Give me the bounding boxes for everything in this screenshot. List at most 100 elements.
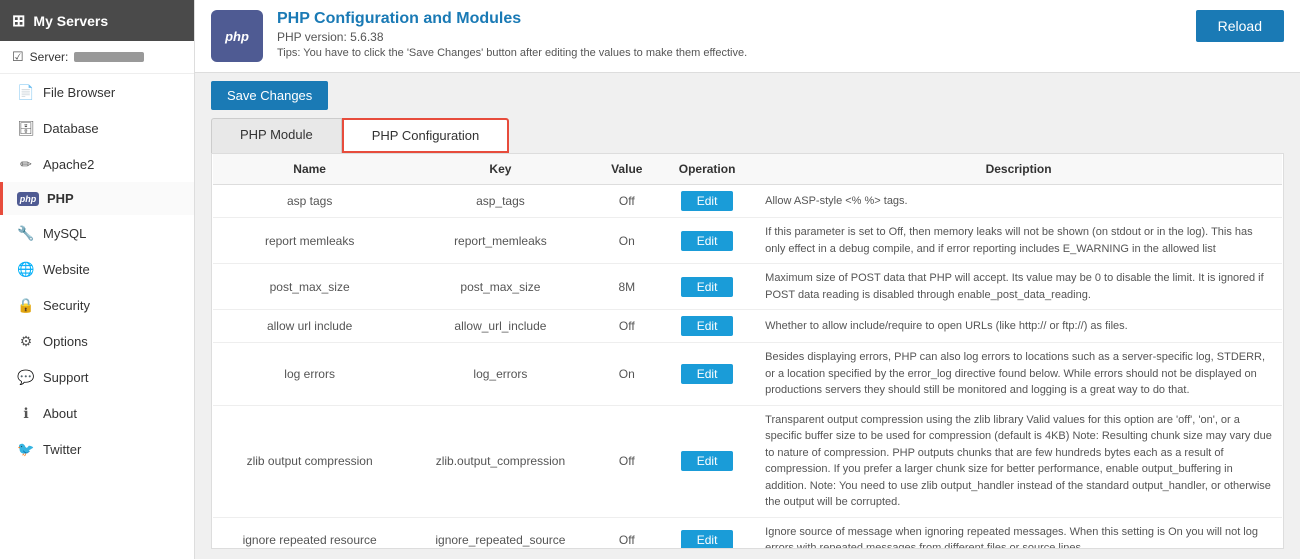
cell-operation: Edit	[659, 343, 755, 406]
reload-button[interactable]: Reload	[1196, 10, 1284, 42]
table-row: report memleaksreport_memleaksOn Edit If t…	[213, 218, 1282, 264]
edit-button[interactable]: Edit	[681, 364, 734, 384]
checkmark-icon: ☑	[12, 49, 24, 65]
sidebar-item-file-browser[interactable]: 📄 File Browser	[0, 74, 194, 110]
cell-description: Ignore source of message when ignoring r…	[755, 517, 1282, 549]
sidebar-item-about[interactable]: ℹ About	[0, 395, 194, 431]
save-changes-button[interactable]: Save Changes	[211, 81, 328, 110]
cell-key: post_max_size	[406, 264, 594, 310]
sidebar-item-database[interactable]: 🗄 Database	[0, 110, 194, 146]
edit-button[interactable]: Edit	[681, 231, 734, 251]
table-row: ignore repeated resourceignore_repeated_…	[213, 517, 1282, 549]
header-tips: Tips: You have to click the 'Save Change…	[277, 47, 747, 59]
support-icon: 💬	[17, 368, 35, 386]
security-icon: 🔒	[17, 296, 35, 314]
page-title: PHP Configuration and Modules	[277, 10, 747, 28]
database-icon: 🗄	[17, 119, 35, 137]
cell-value: Off	[595, 310, 659, 343]
cell-name: zlib output compression	[213, 405, 406, 517]
cell-value: Off	[595, 185, 659, 218]
about-icon: ℹ	[17, 404, 35, 422]
php-logo: php	[211, 10, 263, 62]
table-row: post_max_sizepost_max_size8MEditMaximum …	[213, 264, 1282, 310]
cell-name: report memleaks	[213, 218, 406, 264]
cell-key: report_memleaks	[406, 218, 594, 264]
edit-button[interactable]: Edit	[681, 451, 734, 471]
edit-button[interactable]: Edit	[681, 277, 734, 297]
apache2-icon: ✏	[17, 155, 35, 173]
cell-name: post_max_size	[213, 264, 406, 310]
cell-key: allow_url_include	[406, 310, 594, 343]
header-info: PHP Configuration and Modules PHP versio…	[277, 10, 747, 59]
col-value: Value	[595, 154, 659, 185]
table-row: allow url includeallow_url_includeOff Edi…	[213, 310, 1282, 343]
sidebar-item-label: Database	[43, 121, 99, 136]
cell-key: zlib.output_compression	[406, 405, 594, 517]
tab-php-module[interactable]: PHP Module	[211, 118, 342, 153]
main-content: php PHP Configuration and Modules PHP ve…	[195, 0, 1300, 559]
toolbar: Save Changes	[195, 73, 1300, 118]
file-browser-icon: 📄	[17, 83, 35, 101]
config-table: Name Key Value Operation Description asp…	[212, 154, 1283, 549]
sidebar-header: ⊞ My Servers	[0, 0, 194, 41]
sidebar-item-label: Support	[43, 370, 89, 385]
server-label: Server:	[30, 50, 69, 64]
cell-operation: Edit	[659, 405, 755, 517]
col-key: Key	[406, 154, 594, 185]
sidebar-item-twitter[interactable]: 🐦 Twitter	[0, 431, 194, 467]
cell-key: log_errors	[406, 343, 594, 406]
options-icon: ⚙	[17, 332, 35, 350]
table-row: asp tagsasp_tagsOff Edit Allow ASP-style <…	[213, 185, 1282, 218]
sidebar-item-mysql[interactable]: 🔧 MySQL	[0, 215, 194, 251]
cell-key: ignore_repeated_source	[406, 517, 594, 549]
cell-operation: Edit	[659, 185, 755, 218]
edit-button[interactable]: Edit	[681, 530, 734, 549]
sidebar-item-label: Apache2	[43, 157, 94, 172]
cell-name: log errors	[213, 343, 406, 406]
cell-description: Allow ASP-style <% %> tags.	[755, 185, 1282, 218]
cell-operation: Edit	[659, 517, 755, 549]
cell-description: If this parameter is set to Off, then me…	[755, 218, 1282, 264]
cell-name: allow url include	[213, 310, 406, 343]
sidebar-item-security[interactable]: 🔒 Security	[0, 287, 194, 323]
cell-value: Off	[595, 405, 659, 517]
cell-description: Besides displaying errors, PHP can also …	[755, 343, 1282, 406]
sidebar-item-apache2[interactable]: ✏ Apache2	[0, 146, 194, 182]
edit-button[interactable]: Edit	[681, 316, 734, 336]
cell-name: asp tags	[213, 185, 406, 218]
sidebar-item-support[interactable]: 💬 Support	[0, 359, 194, 395]
cell-operation: Edit	[659, 264, 755, 310]
header-left: php PHP Configuration and Modules PHP ve…	[211, 10, 747, 62]
sidebar-item-label: File Browser	[43, 85, 115, 100]
sidebar-item-php[interactable]: php PHP	[0, 182, 194, 215]
cell-value: On	[595, 343, 659, 406]
tabs: PHP Module PHP Configuration	[195, 118, 1300, 153]
sidebar-item-options[interactable]: ⚙ Options	[0, 323, 194, 359]
sidebar-item-website[interactable]: 🌐 Website	[0, 251, 194, 287]
cell-key: asp_tags	[406, 185, 594, 218]
cell-value: On	[595, 218, 659, 264]
mysql-icon: 🔧	[17, 224, 35, 242]
server-name-bar	[74, 52, 144, 62]
cell-description: Maximum size of POST data that PHP will …	[755, 264, 1282, 310]
tab-php-configuration[interactable]: PHP Configuration	[342, 118, 509, 153]
sidebar-title: My Servers	[33, 13, 108, 29]
cell-operation: Edit	[659, 218, 755, 264]
website-icon: 🌐	[17, 260, 35, 278]
twitter-icon: 🐦	[17, 440, 35, 458]
cell-description: Whether to allow include/require to open…	[755, 310, 1282, 343]
col-description: Description	[755, 154, 1282, 185]
sidebar-item-label: MySQL	[43, 226, 86, 241]
sidebar-item-label: Options	[43, 334, 88, 349]
cell-description: Transparent output compression using the…	[755, 405, 1282, 517]
header-bar: php PHP Configuration and Modules PHP ve…	[195, 0, 1300, 73]
cell-operation: Edit	[659, 310, 755, 343]
sidebar-item-label: Security	[43, 298, 90, 313]
php-icon: php	[17, 192, 39, 206]
table-header-row: Name Key Value Operation Description	[213, 154, 1282, 185]
cell-value: Off	[595, 517, 659, 549]
col-name: Name	[213, 154, 406, 185]
table-area: Name Key Value Operation Description asp…	[211, 153, 1284, 549]
edit-button[interactable]: Edit	[681, 191, 734, 211]
sidebar: ⊞ My Servers ☑ Server: 📄 File Browser 🗄 …	[0, 0, 195, 559]
